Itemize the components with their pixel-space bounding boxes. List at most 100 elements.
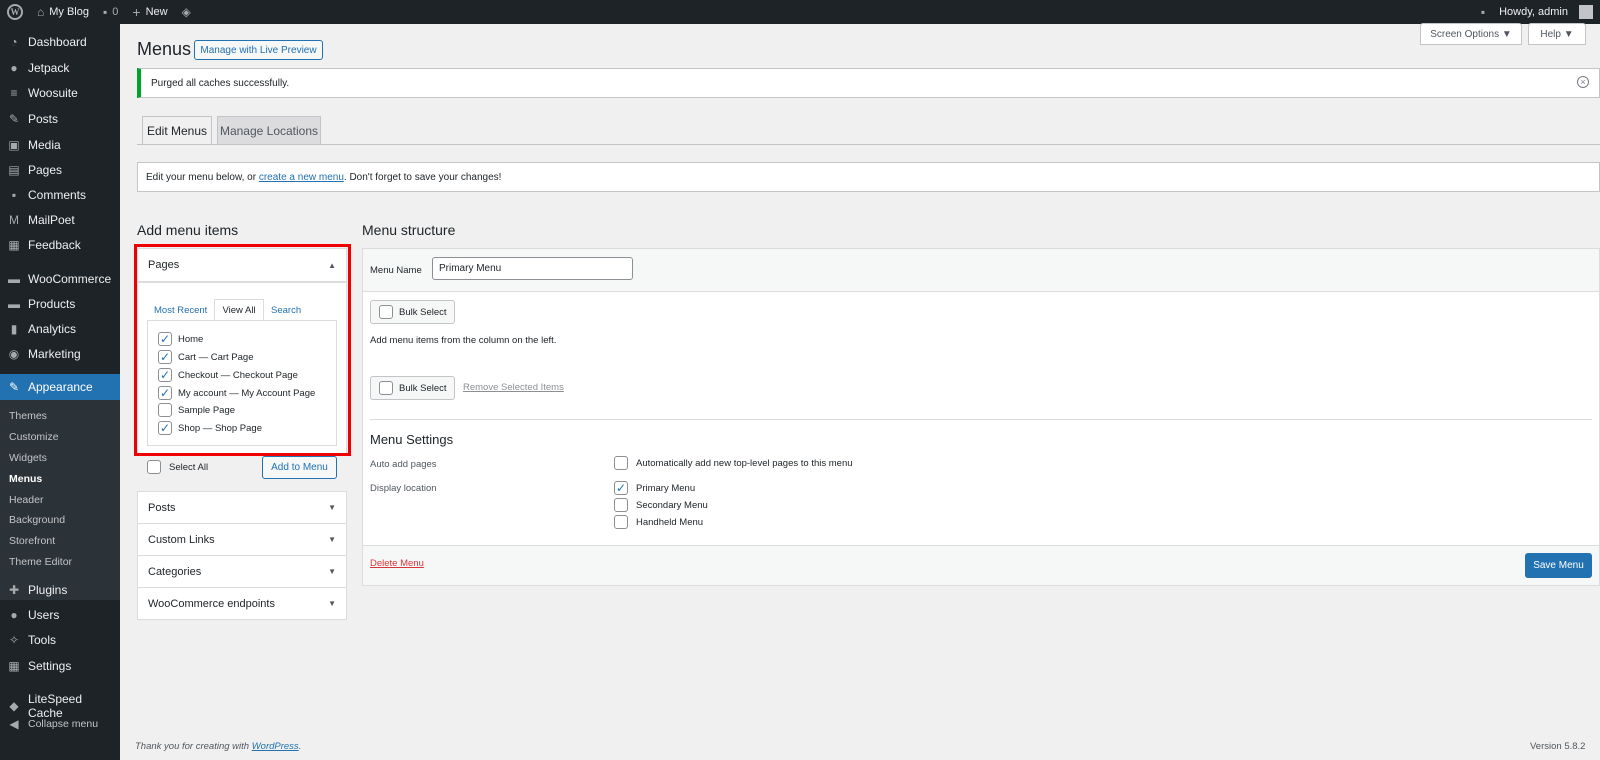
submenu-item-themes[interactable]: Themes xyxy=(9,410,47,422)
sidebar-item-products[interactable]: ▬ Products xyxy=(0,297,120,311)
submenu-item-header[interactable]: Header xyxy=(9,494,43,506)
menu-edit-panel xyxy=(362,248,1600,586)
display-location-label: Display location xyxy=(370,483,437,494)
checkbox-unchecked-icon xyxy=(379,381,393,395)
submenu-item-customize[interactable]: Customize xyxy=(9,431,59,443)
section-title: WooCommerce endpoints xyxy=(148,597,275,610)
sidebar-item-label: Tools xyxy=(28,633,57,647)
location-label: Primary Menu xyxy=(636,482,696,494)
manage-menus-box: Edit your menu below, or create a new me… xyxy=(137,162,1600,192)
checkbox-checked-icon[interactable]: ✓ xyxy=(614,481,628,495)
location-secondary-menu[interactable]: Secondary Menu xyxy=(614,498,708,512)
sidebar-item-plugins[interactable]: ✚ Plugins xyxy=(0,583,120,597)
help-button[interactable]: Help ▼ xyxy=(1528,23,1586,45)
sidebar-item-settings[interactable]: ▦ Settings xyxy=(0,659,120,673)
select-all-option[interactable]: Select All xyxy=(147,460,208,474)
collapse-menu-button[interactable]: ◀ Collapse menu xyxy=(0,717,120,731)
checkbox-unchecked-icon[interactable] xyxy=(614,515,628,529)
sidebar-item-appearance[interactable]: ✎ Appearance xyxy=(0,374,120,400)
add-menu-items-heading: Add menu items xyxy=(137,222,239,238)
sidebar-item-analytics[interactable]: ▮ Analytics xyxy=(0,322,120,336)
sidebar-item-marketing[interactable]: ◉ Marketing xyxy=(0,347,120,361)
section-title: Posts xyxy=(148,501,176,514)
wordpress-logo-icon: W xyxy=(7,4,23,20)
auto-add-pages-label: Auto add pages xyxy=(370,459,437,470)
location-label: Secondary Menu xyxy=(636,499,708,511)
submenu-item-menus[interactable]: Menus xyxy=(9,473,42,485)
sidebar-item-label: Dashboard xyxy=(28,35,87,49)
new-content-link[interactable]: + New xyxy=(125,0,174,24)
menu-hint-text: Add menu items from the column on the le… xyxy=(370,335,557,346)
site-name-link[interactable]: ⌂ My Blog xyxy=(30,0,96,24)
version-text: Version 5.8.2 xyxy=(1530,741,1586,752)
bulk-select-button-top[interactable]: Bulk Select xyxy=(370,300,455,324)
save-menu-button[interactable]: Save Menu xyxy=(1525,553,1592,578)
remove-selected-items-link[interactable]: Remove Selected Items xyxy=(463,382,564,393)
sidebar-item-users[interactable]: ● Users xyxy=(0,608,120,622)
sidebar-item-pages[interactable]: ▤ Pages xyxy=(0,163,120,177)
delete-menu-link[interactable]: Delete Menu xyxy=(370,558,424,569)
comment-icon: ▪ xyxy=(11,188,17,202)
sidebar-item-label: Products xyxy=(28,297,76,311)
sidebar-item-comments[interactable]: ▪ Comments xyxy=(0,188,120,202)
sidebar-item-tools[interactable]: ✧ Tools xyxy=(0,633,120,647)
sidebar-item-label: Analytics xyxy=(28,322,77,336)
dismiss-icon[interactable]: × xyxy=(1577,76,1589,88)
sidebar-item-label: Users xyxy=(28,608,60,622)
add-to-menu-button[interactable]: Add to Menu xyxy=(262,456,337,479)
menu-name-label: Menu Name xyxy=(370,265,422,276)
plugin-icon: ✚ xyxy=(8,583,20,597)
menu-settings-heading: Menu Settings xyxy=(370,432,454,447)
plugin-toolbar-link[interactable]: ◈ xyxy=(175,0,198,24)
sidebar-item-media[interactable]: ▣ Media xyxy=(0,138,120,152)
sidebar-item-label: Marketing xyxy=(28,347,81,361)
screen-options-button[interactable]: Screen Options ▼ xyxy=(1420,23,1522,45)
settings-icon: ▦ xyxy=(8,659,20,673)
submenu-item-theme-editor[interactable]: Theme Editor xyxy=(9,556,72,568)
location-label: Handheld Menu xyxy=(636,516,704,528)
notifications-link[interactable]: ▪ xyxy=(1474,0,1492,24)
section-title: Custom Links xyxy=(148,533,215,546)
custom-links-accordion-header[interactable]: Custom Links ▼ xyxy=(137,523,347,556)
sidebar-item-mailpoet[interactable]: M MailPoet xyxy=(0,213,120,227)
sidebar-item-litespeed[interactable]: ◆ LiteSpeed Cache xyxy=(0,692,120,720)
sidebar-item-feedback[interactable]: ▦ Feedback xyxy=(0,238,120,252)
pages-icon: ▤ xyxy=(8,163,20,177)
sidebar-item-woocommerce[interactable]: ▬ WooCommerce xyxy=(0,272,120,286)
tab-edit-menus[interactable]: Edit Menus xyxy=(142,116,212,145)
mailpoet-icon: M xyxy=(9,213,19,227)
posts-accordion-header[interactable]: Posts ▼ xyxy=(137,491,347,524)
categories-accordion-header[interactable]: Categories ▼ xyxy=(137,555,347,588)
sidebar-item-dashboard[interactable]: ◔ Dashboard xyxy=(0,35,120,49)
submenu-item-storefront[interactable]: Storefront xyxy=(9,535,55,547)
location-primary-menu[interactable]: ✓ Primary Menu xyxy=(614,481,695,495)
sidebar-item-label: Pages xyxy=(28,163,63,177)
dashboard-icon: ◔ xyxy=(10,35,18,49)
create-new-menu-link[interactable]: create a new menu xyxy=(259,172,344,183)
wp-logo-menu[interactable]: W xyxy=(0,0,30,24)
comments-link[interactable]: ▪ 0 xyxy=(96,0,125,24)
submenu-item-background[interactable]: Background xyxy=(9,514,65,526)
comment-bubble-icon: ▪ xyxy=(103,5,108,19)
menu-structure-heading: Menu structure xyxy=(362,222,456,238)
info-text-after: . Don't forget to save your changes! xyxy=(343,171,502,183)
location-handheld-menu[interactable]: Handheld Menu xyxy=(614,515,703,529)
auto-add-pages-text: Automatically add new top-level pages to… xyxy=(636,457,853,469)
tab-manage-locations[interactable]: Manage Locations xyxy=(217,116,321,145)
submenu-item-widgets[interactable]: Widgets xyxy=(9,452,47,464)
auto-add-pages-option[interactable]: Automatically add new top-level pages to… xyxy=(614,456,853,470)
checkbox-unchecked-icon[interactable] xyxy=(147,460,161,474)
my-account-link[interactable]: Howdy, admin xyxy=(1492,0,1600,24)
bulk-select-button-bottom[interactable]: Bulk Select xyxy=(370,376,455,400)
jetpack-icon: ● xyxy=(10,61,18,75)
menu-name-input[interactable]: Primary Menu xyxy=(432,257,633,280)
litespeed-icon: ◆ xyxy=(9,699,19,713)
checkbox-unchecked-icon[interactable] xyxy=(614,498,628,512)
wordpress-link[interactable]: WordPress xyxy=(252,741,299,752)
checkbox-unchecked-icon[interactable] xyxy=(614,456,628,470)
sidebar-item-woosuite[interactable]: ≡ Woosuite xyxy=(0,86,120,100)
sidebar-item-jetpack[interactable]: ● Jetpack xyxy=(0,61,120,75)
woocommerce-endpoints-accordion-header[interactable]: WooCommerce endpoints ▼ xyxy=(137,587,347,620)
live-preview-button[interactable]: Manage with Live Preview xyxy=(194,40,323,60)
sidebar-item-posts[interactable]: ✎ Posts xyxy=(0,112,120,126)
